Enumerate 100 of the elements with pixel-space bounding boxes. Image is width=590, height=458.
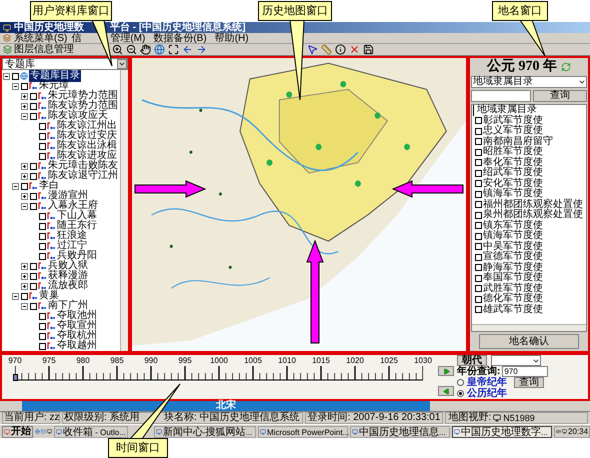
place-item[interactable]: 镇海军节度使 [483, 231, 543, 242]
place-item[interactable]: 镇海军节度使 [483, 189, 543, 200]
expand-icon[interactable] [21, 92, 28, 100]
checkbox[interactable] [475, 274, 482, 282]
checkbox[interactable] [30, 262, 37, 270]
checkbox[interactable] [39, 252, 46, 260]
checkbox[interactable] [30, 282, 37, 290]
collapse-icon[interactable] [12, 292, 19, 300]
checkbox[interactable] [475, 222, 482, 230]
checkbox[interactable] [30, 162, 37, 170]
checkbox[interactable] [475, 180, 482, 188]
checkbox[interactable] [475, 264, 482, 272]
checkbox[interactable] [475, 254, 482, 261]
collapse-icon[interactable] [21, 112, 28, 120]
browser-icon[interactable] [35, 429, 40, 434]
horizontal-scrollbar[interactable] [472, 324, 586, 331]
checkbox[interactable] [30, 112, 37, 120]
checkbox[interactable] [39, 232, 46, 240]
checkbox[interactable] [39, 312, 46, 320]
checkbox[interactable] [30, 272, 37, 280]
taskbar-button[interactable]: 中国历史地理数字... [452, 426, 552, 438]
checkbox[interactable] [39, 122, 46, 130]
expand-icon[interactable] [21, 162, 28, 170]
checkbox[interactable] [30, 302, 37, 310]
collapse-icon[interactable] [21, 302, 28, 310]
menu-item[interactable]: 系统菜单(S) [14, 32, 68, 44]
place-item[interactable]: 忠义军节度使 [483, 126, 543, 136]
expand-icon[interactable] [21, 172, 28, 180]
checkbox[interactable] [39, 322, 46, 330]
place-item[interactable]: 宣德军节度使 [483, 252, 543, 262]
save-icon[interactable] [363, 44, 374, 55]
expand-icon[interactable] [21, 102, 28, 110]
place-item[interactable]: 彰武军节度使 [483, 116, 543, 126]
checkbox[interactable] [39, 142, 46, 150]
checkbox[interactable] [30, 92, 37, 100]
layer-button[interactable]: 图层信息管理 [2, 44, 80, 56]
collapse-icon[interactable] [12, 82, 19, 90]
checkbox[interactable] [475, 190, 482, 198]
menu-item[interactable]: 管理(M) [110, 32, 146, 44]
checkbox[interactable] [475, 159, 482, 166]
checkbox[interactable] [475, 306, 482, 314]
dynasty-dropdown[interactable] [491, 355, 541, 366]
menu-item[interactable]: 信 [71, 32, 82, 44]
place-item[interactable]: 镇东军节度使 [483, 220, 543, 231]
search-button[interactable]: 查询 [533, 90, 587, 102]
checkbox[interactable] [475, 148, 482, 156]
vertical-scrollbar[interactable] [120, 70, 128, 351]
place-item[interactable]: 昭胜军节度使 [483, 147, 543, 158]
checkbox[interactable] [475, 285, 482, 292]
collapse-icon[interactable] [21, 202, 28, 210]
place-search-field[interactable] [471, 90, 531, 102]
place-item[interactable]: 奉化军节度使 [483, 158, 543, 168]
tree-item[interactable]: 夺取越州 [56, 340, 98, 351]
checkbox[interactable] [30, 102, 37, 110]
checkbox[interactable] [475, 212, 482, 219]
checkbox[interactable] [21, 182, 28, 190]
start-button[interactable]: 开始 [2, 426, 33, 438]
expand-icon[interactable] [21, 192, 28, 200]
place-item[interactable]: 安化军节度使 [483, 178, 543, 189]
checkbox[interactable] [475, 128, 482, 135]
next-button[interactable] [438, 366, 454, 376]
place-item[interactable]: 中吴军节度使 [483, 242, 543, 252]
taskbar-button[interactable]: 中国历史地理信息... [350, 426, 450, 438]
zoom-in-icon[interactable] [112, 44, 123, 55]
info-icon[interactable] [335, 44, 346, 55]
cursor-icon[interactable] [307, 44, 318, 55]
taskbar-button[interactable]: 收件箱 - Outlo... [54, 426, 128, 438]
checkbox[interactable] [39, 242, 46, 250]
checkbox[interactable] [30, 202, 37, 210]
slider-thumb[interactable] [13, 374, 18, 381]
checkbox[interactable] [475, 296, 482, 303]
expand-icon[interactable] [21, 282, 28, 290]
checkbox[interactable] [30, 192, 37, 200]
checkbox[interactable] [475, 232, 482, 240]
checkbox[interactable] [475, 201, 482, 208]
checkbox[interactable] [39, 132, 46, 140]
place-item[interactable]: 奉国军节度使 [483, 273, 543, 284]
place-item[interactable]: 静海军节度使 [483, 262, 543, 273]
place-item[interactable]: 德化军节度使 [483, 294, 543, 304]
back-icon[interactable] [182, 44, 193, 55]
zoom-out-icon[interactable] [126, 44, 137, 55]
place-item[interactable]: 雄武军节度使 [483, 304, 543, 315]
forward-icon[interactable] [196, 44, 207, 55]
checkbox[interactable] [475, 243, 482, 250]
volume-icon[interactable] [556, 429, 561, 434]
tree-item[interactable]: 陈友谅退守江州 [47, 170, 119, 182]
checkbox[interactable] [475, 117, 482, 124]
place-item[interactable]: 南都南昌府留守 [483, 136, 553, 147]
place-item[interactable]: 绍武军节度使 [483, 168, 543, 178]
menu-item[interactable]: 数据备份(B) [153, 32, 207, 44]
place-item[interactable]: 泉州都团练观察处置使 [483, 210, 583, 220]
collapse-icon[interactable] [12, 182, 19, 190]
place-item[interactable]: 武胜军节度使 [483, 284, 543, 294]
library-dropdown[interactable]: 专题库 [2, 58, 128, 70]
year-field[interactable]: 970 [502, 366, 548, 377]
query-button[interactable]: 查询 [514, 377, 544, 388]
places-dropdown[interactable]: 地域隶属目录 [471, 76, 587, 88]
checkbox[interactable] [30, 172, 37, 180]
checkbox[interactable] [39, 222, 46, 230]
radio-button[interactable] [457, 390, 464, 397]
